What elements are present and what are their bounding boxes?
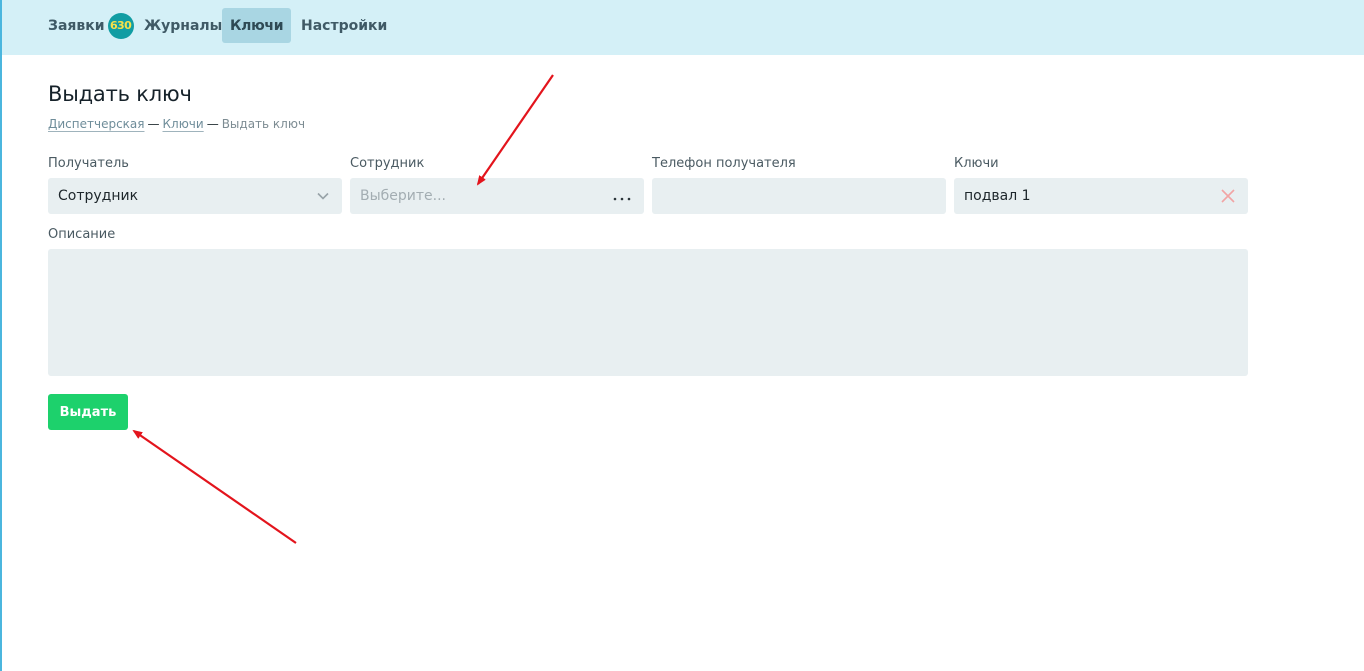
employee-label: Сотрудник [350,156,425,171]
recipient-label: Получатель [48,156,129,171]
nav-tab-settings[interactable]: Настройки [301,8,387,43]
breadcrumb-link-keys[interactable]: Ключи [163,117,204,131]
employee-picker[interactable]: Выберите... [350,178,644,214]
close-icon[interactable] [1220,178,1236,214]
nav-tab-requests-label: Заявки [48,17,105,34]
page: Заявки 630 Журналы Ключи Настройки Выдат… [0,0,1364,671]
breadcrumb-current: Выдать ключ [221,117,306,131]
phone-input[interactable] [652,178,946,214]
chevron-down-icon [316,178,330,214]
nav-tab-journals[interactable]: Журналы [144,8,222,43]
issue-key-button[interactable]: Выдать [48,394,128,430]
breadcrumb-separator: — [147,117,160,131]
description-textarea[interactable] [48,249,1248,376]
breadcrumb: Диспетчерская — Ключи — Выдать ключ [48,117,305,131]
page-title: Выдать ключ [48,82,192,106]
nav-tab-requests[interactable]: Заявки 630 [48,8,134,43]
keys-field[interactable]: подвал 1 [954,178,1248,214]
top-navigation: Заявки 630 Журналы Ключи Настройки [2,0,1364,55]
keys-field-value: подвал 1 [964,188,1031,204]
breadcrumb-separator: — [206,117,219,131]
phone-label: Телефон получателя [652,156,796,171]
annotation-arrow-employee [476,74,554,186]
keys-label: Ключи [954,156,999,171]
recipient-select[interactable]: Сотрудник [48,178,342,214]
description-label: Описание [48,227,116,242]
recipient-select-value: Сотрудник [58,188,139,204]
requests-count-badge: 630 [107,12,134,39]
breadcrumb-link-dispatch[interactable]: Диспетчерская [48,117,145,131]
employee-picker-placeholder: Выберите... [360,188,447,204]
annotation-arrow-submit [132,429,297,544]
ellipsis-icon[interactable] [612,178,632,214]
nav-tab-keys[interactable]: Ключи [222,8,292,43]
